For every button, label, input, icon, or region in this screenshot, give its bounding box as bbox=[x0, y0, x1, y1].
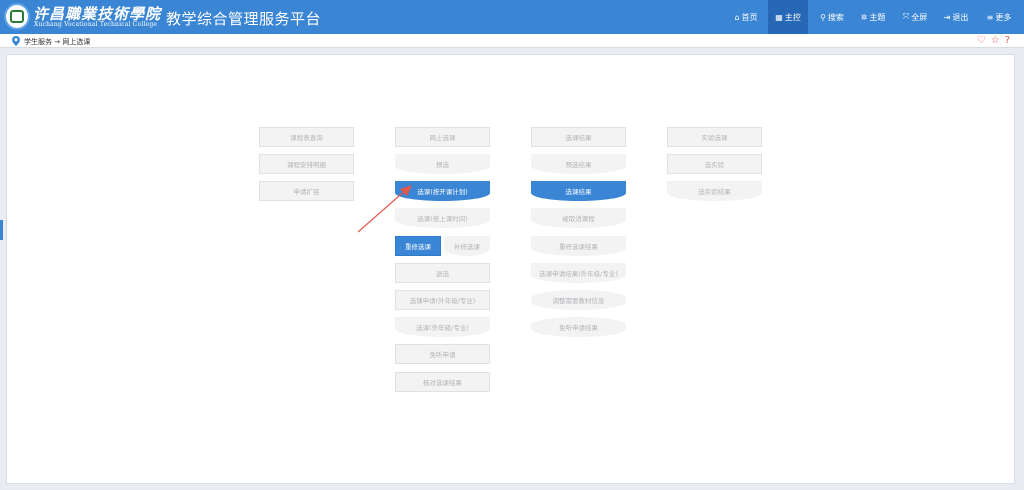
btn-selection-results-header[interactable]: 选课结果 bbox=[531, 127, 626, 147]
btn-preselect-results[interactable]: 预选结果 bbox=[531, 154, 626, 174]
btn-cross-major-application-results[interactable]: 选课申请结果(外年级/专业) bbox=[531, 263, 626, 283]
breadcrumb-bar: 学生服务 → 网上选课 ♡ ☆ ? bbox=[0, 34, 1024, 48]
nav-theme[interactable]: ✲ 主题 bbox=[853, 0, 893, 34]
location-pin-icon bbox=[12, 36, 20, 46]
btn-course-arrangement-detail[interactable]: 课程安排明细 bbox=[259, 154, 354, 174]
nav-fullscreen[interactable]: ⤧ 全屏 bbox=[895, 0, 935, 34]
top-header: 许昌職業技術學院 Xuchang Vocational Technical Co… bbox=[0, 0, 1024, 34]
nav-more[interactable]: ≡ 更多 bbox=[978, 0, 1020, 34]
annotation-arrow-icon bbox=[357, 185, 412, 233]
btn-preselect[interactable]: 预选 bbox=[395, 154, 490, 174]
btn-adjust-textbook-info[interactable]: 调整需要教材信息 bbox=[531, 290, 626, 310]
menu-icon: ≡ bbox=[986, 12, 994, 22]
nav-dashboard[interactable]: ▦ 主控 bbox=[768, 0, 808, 34]
btn-retake-selection[interactable]: 重修选课 bbox=[395, 236, 441, 256]
school-logo-icon bbox=[4, 3, 30, 30]
btn-selection-results[interactable]: 选课结果 bbox=[531, 181, 626, 201]
btn-cross-major-selection[interactable]: 选课(外年级/专业) bbox=[395, 317, 490, 337]
btn-audit-exemption-application[interactable]: 免听申请 bbox=[395, 344, 490, 364]
breadcrumb: 学生服务 → 网上选课 bbox=[24, 38, 91, 46]
btn-drop-course[interactable]: 退选 bbox=[395, 263, 490, 283]
btn-online-course-selection[interactable]: 网上选课 bbox=[395, 127, 490, 147]
btn-lab-results[interactable]: 选实验结果 bbox=[667, 181, 762, 201]
theme-icon: ✲ bbox=[860, 12, 868, 22]
btn-cross-major-application[interactable]: 选课申请(外年级/专业) bbox=[395, 290, 490, 310]
logout-icon: ⇥ bbox=[943, 12, 951, 22]
nav-home[interactable]: ⌂ 首页 bbox=[726, 0, 766, 34]
btn-audit-exemption-results[interactable]: 免听申请结果 bbox=[531, 317, 626, 337]
school-name-en: Xuchang Vocational Technical College bbox=[34, 21, 158, 28]
btn-cancelled-courses[interactable]: 被取消课程 bbox=[531, 208, 626, 228]
btn-makeup-selection[interactable]: 补修选课 bbox=[444, 236, 490, 256]
btn-lab-course-selection[interactable]: 实验选课 bbox=[667, 127, 762, 147]
favorite-heart-icon[interactable]: ♡ bbox=[977, 35, 986, 46]
btn-apply-expansion[interactable]: 申请扩容 bbox=[259, 181, 354, 201]
btn-retake-results[interactable]: 重修选课结果 bbox=[531, 236, 626, 256]
star-icon[interactable]: ☆ bbox=[991, 35, 1000, 46]
main-panel bbox=[6, 54, 1015, 484]
sidebar-toggle[interactable] bbox=[0, 220, 3, 240]
btn-verify-selection-results[interactable]: 核对选课结果 bbox=[395, 372, 490, 392]
breadcrumb-actions: ♡ ☆ ? bbox=[977, 35, 1010, 46]
platform-title: 教学综合管理服务平台 bbox=[166, 10, 322, 28]
btn-course-schedule-query[interactable]: 课程表查询 bbox=[259, 127, 354, 147]
help-icon[interactable]: ? bbox=[1005, 35, 1010, 46]
windows-icon: ▦ bbox=[775, 12, 783, 22]
btn-select-lab[interactable]: 选实验 bbox=[667, 154, 762, 174]
fullscreen-icon: ⤧ bbox=[902, 12, 910, 21]
search-icon: ⚲ bbox=[820, 12, 826, 22]
home-icon: ⌂ bbox=[734, 12, 740, 22]
nav-search[interactable]: ⚲ 搜索 bbox=[812, 0, 852, 34]
nav-logout[interactable]: ⇥ 退出 bbox=[936, 0, 976, 34]
